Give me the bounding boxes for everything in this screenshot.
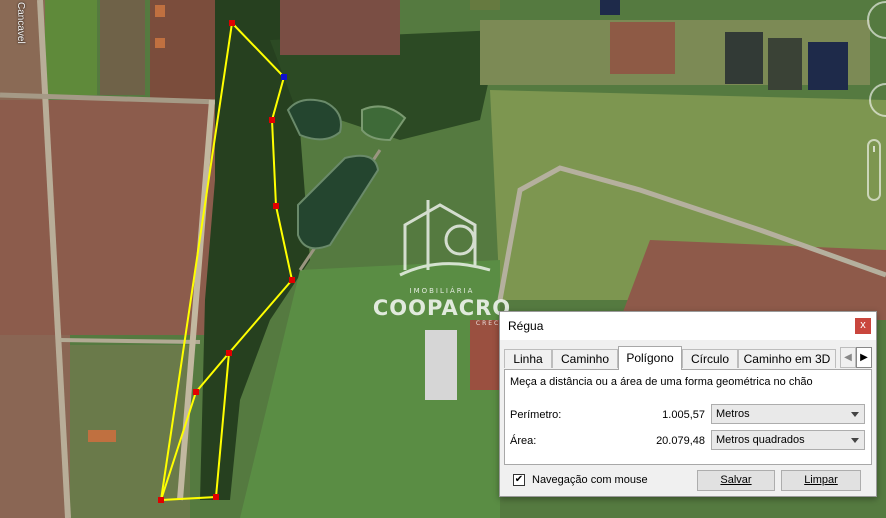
tab-strip: Linha Caminho Polígono Círculo Caminho e… bbox=[504, 346, 872, 370]
navigation-control[interactable] bbox=[858, 0, 886, 210]
fish-pond bbox=[470, 0, 500, 10]
polygon-vertex[interactable] bbox=[193, 389, 199, 395]
dialog-titlebar[interactable]: Régua x bbox=[500, 312, 876, 340]
tab-poligono[interactable]: Polígono bbox=[618, 346, 682, 370]
polygon-vertex[interactable] bbox=[229, 20, 235, 26]
field bbox=[0, 100, 215, 335]
building bbox=[155, 5, 165, 17]
perimeter-unit-select[interactable]: Metros bbox=[711, 404, 865, 424]
area-value: 20.079,48 bbox=[656, 435, 705, 447]
mouse-navigation-label[interactable]: Navegação com mouse bbox=[532, 474, 648, 486]
clear-button[interactable]: Limpar bbox=[781, 470, 861, 491]
field bbox=[100, 0, 145, 95]
polygon-description: Meça a distância ou a área de uma forma … bbox=[510, 376, 813, 388]
perimeter-label: Perímetro: bbox=[510, 409, 562, 421]
tab-scroll-left-icon[interactable]: ◀ bbox=[840, 347, 856, 368]
tab-linha[interactable]: Linha bbox=[504, 349, 552, 368]
tab-panel: Meça a distância ou a área de uma forma … bbox=[504, 369, 872, 465]
polygon-vertex[interactable] bbox=[213, 494, 219, 500]
polygon-vertex[interactable] bbox=[158, 497, 164, 503]
building bbox=[155, 38, 165, 48]
chevron-down-icon bbox=[851, 438, 859, 443]
area-unit-select[interactable]: Metros quadrados bbox=[711, 430, 865, 450]
polygon-vertex-active[interactable] bbox=[281, 74, 287, 80]
watermark-tagline: IMOBILIÁRIA bbox=[409, 287, 475, 295]
building bbox=[470, 320, 500, 390]
watermark: IMOBILIÁRIA COOPACRO CRECI bbox=[372, 287, 512, 327]
fish-pond bbox=[610, 22, 675, 74]
perimeter-unit-value: Metros bbox=[716, 408, 750, 420]
tab-caminho[interactable]: Caminho bbox=[552, 349, 618, 368]
watermark-creci: CRECI bbox=[475, 320, 504, 327]
ruler-dialog: Régua x Linha Caminho Polígono Círculo C… bbox=[499, 311, 877, 497]
polygon-vertex[interactable] bbox=[273, 203, 279, 209]
area-label: Área: bbox=[510, 435, 537, 447]
close-button[interactable]: x bbox=[855, 318, 871, 334]
polygon-vertex[interactable] bbox=[226, 350, 232, 356]
tab-circulo[interactable]: Círculo bbox=[682, 349, 738, 368]
field bbox=[280, 0, 400, 55]
polygon-vertex[interactable] bbox=[289, 277, 295, 283]
chevron-down-icon bbox=[851, 412, 859, 417]
compass-ring-icon[interactable] bbox=[867, 1, 886, 39]
building bbox=[425, 330, 457, 400]
perimeter-value: 1.005,57 bbox=[662, 409, 705, 421]
dialog-title: Régua bbox=[508, 319, 544, 333]
tab-caminho-3d[interactable]: Caminho em 3D bbox=[738, 349, 836, 368]
look-joystick-icon[interactable] bbox=[869, 83, 886, 117]
area-unit-value: Metros quadrados bbox=[716, 434, 805, 446]
fish-pond bbox=[600, 0, 620, 15]
polygon-vertex[interactable] bbox=[269, 117, 275, 123]
mouse-navigation-checkbox[interactable]: ✔ bbox=[513, 474, 525, 486]
tab-scroll-right-icon[interactable]: ▶ bbox=[856, 347, 872, 368]
fish-pond bbox=[725, 32, 763, 84]
field bbox=[45, 0, 97, 95]
watermark-brand: COOPACRO bbox=[372, 296, 512, 320]
road-label: Cancavel bbox=[15, 2, 26, 44]
field bbox=[620, 240, 886, 320]
building bbox=[88, 430, 116, 442]
road bbox=[59, 338, 201, 344]
fish-pond bbox=[808, 42, 848, 90]
save-button[interactable]: Salvar bbox=[697, 470, 775, 491]
fish-pond bbox=[768, 38, 802, 90]
